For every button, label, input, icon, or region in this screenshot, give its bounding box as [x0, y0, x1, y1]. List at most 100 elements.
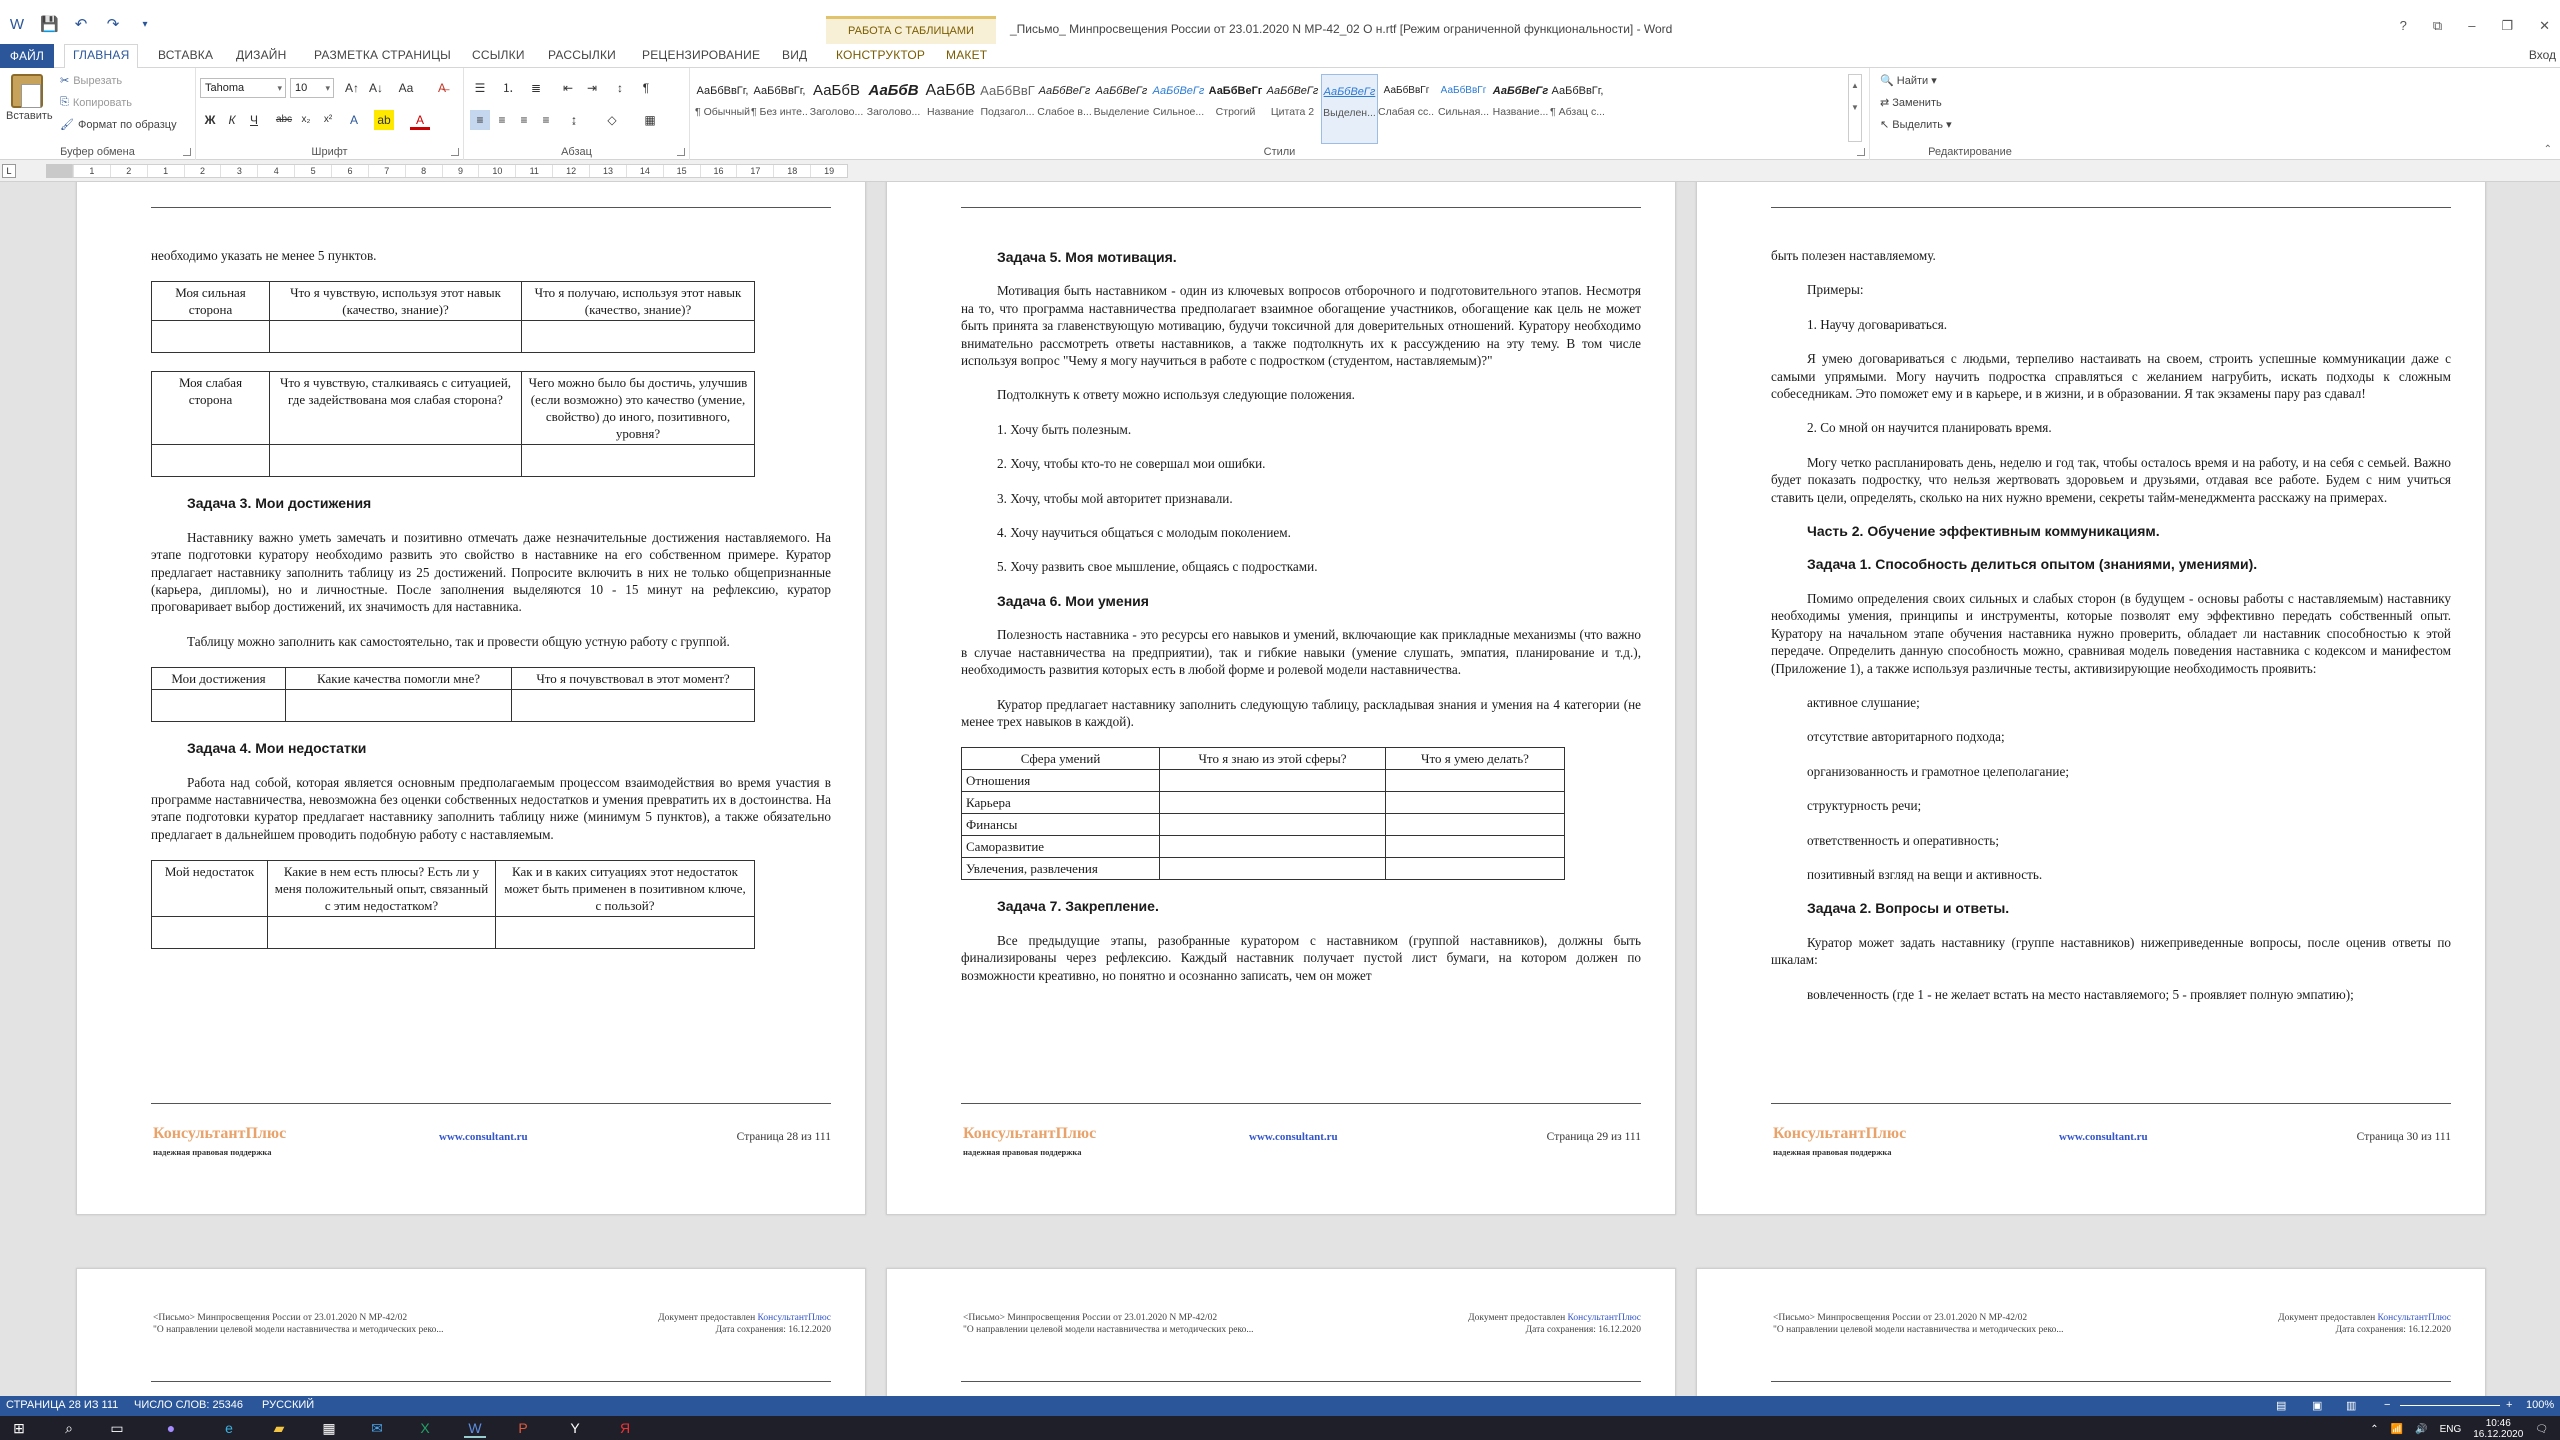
tab-mailings[interactable]: РАССЫЛКИ	[548, 48, 616, 62]
style-subtle-emphasis[interactable]: АаБбВеГг Слабое в...	[1036, 74, 1093, 144]
page-28[interactable]: "О направлении целевой модели наставниче…	[76, 182, 866, 1215]
table-cell[interactable]	[1385, 791, 1565, 815]
table-cell[interactable]: Моя слабая сторона	[151, 371, 270, 446]
page-33[interactable]: <Письмо> Минпросвещения России от 23.01.…	[1696, 1268, 2486, 1396]
style-heading-2[interactable]: АаБбВ Заголово...	[865, 74, 922, 144]
help-icon[interactable]: ?	[2400, 18, 2407, 34]
bold-icon[interactable]: Ж	[200, 110, 220, 130]
table-cell[interactable]: Увлечения, развлечения	[961, 857, 1160, 881]
replace-button[interactable]: ⇄ Заменить	[1880, 96, 1942, 109]
table-cell[interactable]	[285, 689, 512, 723]
customize-qat-icon[interactable]: ▾	[136, 16, 154, 34]
style-list-paragraph[interactable]: АаБбВвГг, ¶ Абзац с...	[1549, 74, 1606, 144]
table-cell[interactable]: Как и в каких ситуациях этот недостаток …	[495, 860, 755, 918]
paste-button[interactable]: Вставить	[6, 74, 53, 122]
header-consultant-link[interactable]: КонсультантПлюс	[2378, 1313, 2451, 1323]
style-intense-reference[interactable]: АаБбВвГг Сильная...	[1435, 74, 1492, 144]
table-cell[interactable]	[1159, 769, 1386, 793]
ruler-scale[interactable]: 1 2 1 2 3 4 5 6 7 8 9 10 11 12 13 14 15 16 17 18 19	[72, 164, 848, 178]
table-cell[interactable]: Чего можно было бы достичь, улучшив (есл…	[521, 371, 755, 446]
align-right-icon[interactable]: ≡	[514, 110, 534, 130]
table-cell[interactable]	[269, 444, 522, 478]
page-29[interactable]: "О направлении целевой модели наставниче…	[886, 182, 1676, 1215]
table-cell[interactable]: Что я знаю из этой сферы?	[1159, 747, 1386, 771]
table-cell[interactable]: Сфера умений	[961, 747, 1160, 771]
sign-in-link[interactable]: Вход	[2529, 48, 2556, 62]
line-spacing-icon[interactable]: ↨	[564, 110, 584, 130]
minimize-button[interactable]: –	[2468, 18, 2475, 34]
table-cell[interactable]	[151, 320, 270, 354]
multilevel-list-icon[interactable]: ≣	[526, 78, 546, 98]
tab-table-design[interactable]: КОНСТРУКТОР	[836, 48, 925, 62]
select-button[interactable]: ↖ Выделить ▾	[1880, 118, 1952, 131]
table-cell[interactable]	[267, 916, 496, 950]
shading-icon[interactable]: ◇	[602, 110, 622, 130]
table-cell[interactable]	[151, 916, 268, 950]
restore-button[interactable]: ❐	[2501, 18, 2513, 34]
app-icon[interactable]: ●	[160, 1418, 182, 1438]
redo-icon[interactable]: ↷	[104, 16, 122, 34]
cut-button[interactable]: ✂ Вырезать	[60, 74, 122, 88]
print-layout-icon[interactable]: ▣	[2312, 1399, 2322, 1412]
windows-start-icon[interactable]: ⊞	[8, 1418, 30, 1438]
font-launcher-icon[interactable]	[451, 148, 459, 156]
style-quote-2[interactable]: АаБбВеГг Цитата 2	[1264, 74, 1321, 144]
styles-launcher-icon[interactable]	[1857, 148, 1865, 156]
text-effects-icon[interactable]: A	[344, 110, 364, 130]
word-icon[interactable]: W	[464, 1418, 486, 1438]
zoom-out-icon[interactable]: −	[2384, 1399, 2390, 1411]
style-book-title[interactable]: АаБбВеГг Название...	[1492, 74, 1549, 144]
read-mode-icon[interactable]: ▤	[2276, 1399, 2286, 1412]
table-cell[interactable]	[1385, 813, 1565, 837]
table-cell[interactable]	[1159, 857, 1386, 881]
highlight-icon[interactable]: ab	[374, 110, 394, 130]
decrease-indent-icon[interactable]: ⇤	[558, 78, 578, 98]
find-button[interactable]: 🔍 Найти ▾	[1880, 74, 1937, 87]
page-31[interactable]: <Письмо> Минпросвещения России от 23.01.…	[76, 1268, 866, 1396]
change-case-icon[interactable]: Aa	[396, 78, 416, 98]
tray-chevron-icon[interactable]: ⌃	[2370, 1424, 2378, 1435]
table-cell[interactable]: Моя сильная сторона	[151, 281, 270, 322]
close-button[interactable]: ✕	[2539, 18, 2550, 34]
zoom-in-icon[interactable]: +	[2506, 1399, 2512, 1411]
font-size-select[interactable]: 10	[290, 78, 334, 98]
copy-button[interactable]: ⎘ Копировать	[60, 96, 132, 109]
bullets-icon[interactable]: ☰	[470, 78, 490, 98]
shrink-font-icon[interactable]: A↓	[366, 78, 386, 98]
style-heading-1[interactable]: АаБбВ Заголово...	[808, 74, 865, 144]
input-language[interactable]: ENG	[2440, 1424, 2462, 1435]
style-no-spacing[interactable]: АаБбВвГг, ¶ Без инте...	[751, 74, 808, 144]
consultant-url-link[interactable]: www.consultant.ru	[439, 1131, 528, 1143]
grow-font-icon[interactable]: A↑	[342, 78, 362, 98]
consultant-url-link[interactable]: www.consultant.ru	[2059, 1131, 2148, 1143]
tab-insert[interactable]: ВСТАВКА	[158, 48, 213, 62]
excel-icon[interactable]: X	[414, 1418, 436, 1438]
yandex-icon[interactable]: Я	[614, 1418, 636, 1438]
style-emphasis[interactable]: АаБбВеГг Выделение	[1093, 74, 1150, 144]
task-view-icon[interactable]: ▭	[106, 1418, 128, 1438]
subscript-icon[interactable]: x₂	[296, 110, 316, 130]
table-cell[interactable]	[521, 320, 755, 354]
table-cell[interactable]	[1159, 813, 1386, 837]
notifications-icon[interactable]: 🗨	[2535, 1424, 2548, 1435]
table-cell[interactable]: Что я получаю, используя этот навык (кач…	[521, 281, 755, 322]
search-icon[interactable]: ⌕	[58, 1418, 80, 1438]
status-page-count[interactable]: СТРАНИЦА 28 ИЗ 111	[6, 1399, 118, 1411]
table-cell[interactable]	[1385, 769, 1565, 793]
style-intense-quote[interactable]: АаБбВеГг Выделен...	[1321, 74, 1378, 144]
format-painter-button[interactable]: 🖌 Формат по образцу	[60, 118, 177, 132]
tab-review[interactable]: РЕЦЕНЗИРОВАНИЕ	[642, 48, 760, 62]
table-cell[interactable]: Карьера	[961, 791, 1160, 815]
table-cell[interactable]: Что я умею делать?	[1385, 747, 1565, 771]
increase-indent-icon[interactable]: ⇥	[582, 78, 602, 98]
tab-file[interactable]: ФАЙЛ	[0, 44, 54, 68]
style-intense-emphasis[interactable]: АаБбВеГг Сильное...	[1150, 74, 1207, 144]
powerpoint-icon[interactable]: P	[512, 1418, 534, 1438]
page-32[interactable]: <Письмо> Минпросвещения России от 23.01.…	[886, 1268, 1676, 1396]
table-cell[interactable]	[1385, 835, 1565, 859]
clipboard-launcher-icon[interactable]	[183, 148, 191, 156]
style-subtitle[interactable]: АаБбВвГ Подзагол...	[979, 74, 1036, 144]
zoom-slider[interactable]	[2400, 1405, 2500, 1406]
table-cell[interactable]	[1159, 791, 1386, 815]
header-consultant-link[interactable]: КонсультантПлюс	[758, 1313, 831, 1323]
